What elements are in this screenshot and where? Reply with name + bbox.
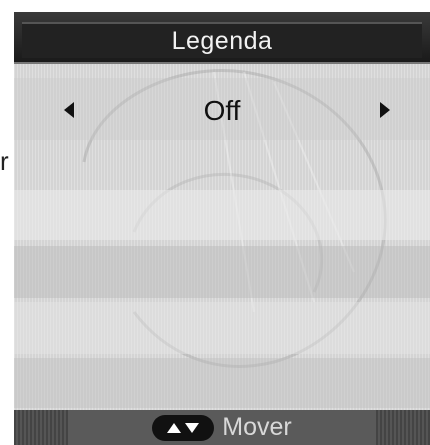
- footer-right-cap: [376, 410, 430, 445]
- edge-text-fragment: r: [0, 146, 9, 176]
- menu-panel: Legenda Off Mover: [14, 12, 430, 445]
- title-box: Legenda: [22, 22, 422, 58]
- move-label: Mover: [222, 413, 292, 441]
- move-hint: Mover: [152, 413, 292, 442]
- title-bar: Legenda: [14, 12, 430, 64]
- empty-row: [14, 302, 430, 354]
- up-arrow-icon: [167, 422, 182, 433]
- triangle-right-icon[interactable]: [380, 102, 390, 118]
- empty-row: [14, 358, 430, 408]
- camera-menu-screen: r Legenda Off Mover: [0, 0, 430, 445]
- up-down-arrows-icon: [152, 414, 215, 441]
- footer-bar: Mover: [14, 410, 430, 445]
- footer-left-cap: [14, 410, 68, 445]
- empty-row: [14, 246, 430, 298]
- legend-option-selector[interactable]: Off: [14, 78, 430, 140]
- menu-title: Legenda: [171, 26, 273, 55]
- option-value: Off: [203, 95, 241, 126]
- empty-row: [14, 190, 430, 240]
- down-arrow-icon: [185, 422, 200, 433]
